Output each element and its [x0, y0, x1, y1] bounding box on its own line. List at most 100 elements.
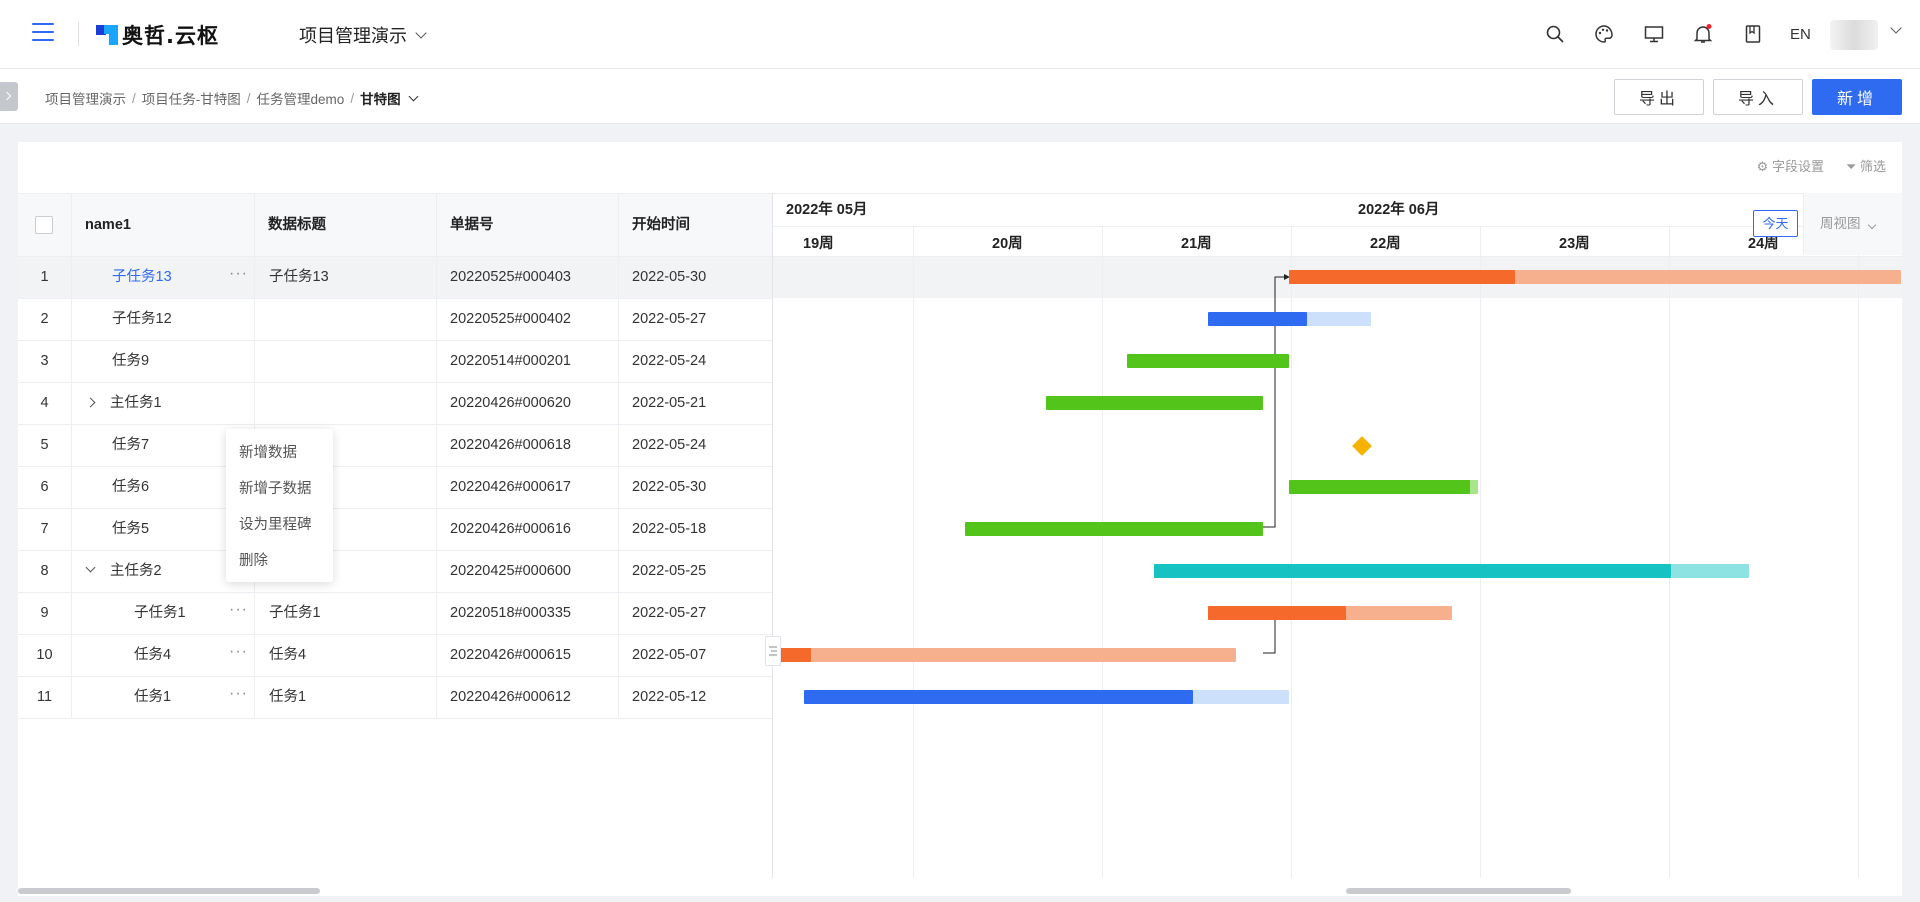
field-settings-link[interactable]: ⚙ 字段设置: [1757, 156, 1824, 175]
menu-item-delete[interactable]: 删除: [226, 543, 333, 579]
breadcrumb-current[interactable]: 甘特图: [360, 88, 401, 108]
table-row[interactable]: 3 任务9 20220514#000201 2022-05-24: [18, 341, 772, 383]
table-row[interactable]: 2 子任务12 20220525#000402 2022-05-27: [18, 299, 772, 341]
table-row[interactable]: 7任务5···任务520220426#0006162022-05-18: [18, 509, 772, 551]
row-index: 6: [18, 467, 72, 508]
bell-icon[interactable]: [1693, 24, 1713, 44]
monitor-icon[interactable]: [1644, 24, 1664, 44]
gantt-bar[interactable]: [1208, 606, 1452, 620]
table-row[interactable]: 8主任务2···主任务220220425#0006002022-05-25: [18, 551, 772, 593]
table-row[interactable]: 9 子任务1 ··· 子任务1 20220518#000335 2022-05-27: [18, 593, 772, 635]
more-icon[interactable]: ···: [229, 673, 248, 714]
menu-item-add-data[interactable]: 新增数据: [226, 435, 333, 471]
table-row[interactable]: 4 主任务1 20220426#000620 2022-05-21: [18, 383, 772, 425]
name-cell: 主任务1: [72, 383, 255, 424]
chevron-down-icon: [1867, 220, 1876, 230]
header-divider: [78, 22, 79, 46]
table-header: name1 数据标题 单据号 开始时间: [18, 193, 772, 257]
table-row[interactable]: 1 子任务13 ··· 子任务13 20220525#000403 2022-05-30: [18, 257, 772, 299]
chevron-down-icon[interactable]: [408, 91, 419, 101]
view-mode-select[interactable]: 周视图: [1803, 193, 1902, 255]
gantt-bar[interactable]: [1127, 354, 1289, 368]
avatar[interactable]: [1830, 20, 1878, 50]
import-button[interactable]: 导入: [1713, 79, 1803, 115]
bookmark-icon[interactable]: [1743, 24, 1763, 44]
table-horizontal-scrollbar[interactable]: [18, 888, 320, 894]
gantt-bar[interactable]: [1154, 564, 1749, 578]
row-index: 9: [18, 593, 72, 634]
menu-icon[interactable]: [32, 23, 54, 43]
table-row[interactable]: 11 任务1 ··· 任务1 20220426#000612 2022-05-12: [18, 677, 772, 719]
table-row[interactable]: 5任务7···任务720220426#0006182022-05-24: [18, 425, 772, 467]
more-icon[interactable]: ···: [229, 631, 248, 672]
row-index: 4: [18, 383, 72, 424]
column-header[interactable]: 数据标题: [255, 194, 437, 256]
start-date-cell: 2022-05-12: [632, 689, 707, 705]
breadcrumb-item[interactable]: 项目任务-甘特图: [142, 88, 241, 108]
search-icon[interactable]: [1545, 24, 1565, 44]
menu-item-set-milestone[interactable]: 设为里程碑: [226, 507, 333, 543]
breadcrumb-item[interactable]: 任务管理demo: [257, 88, 345, 108]
row-index: 2: [18, 299, 72, 340]
gantt-bar[interactable]: [965, 522, 1263, 536]
name-cell: 任务1 ···: [72, 677, 255, 718]
column-header[interactable]: 开始时间: [619, 194, 772, 256]
panel-tools: ⚙ 字段设置 ⏷ 筛选: [1757, 156, 1886, 175]
table-row[interactable]: 6任务6···任务620220426#0006172022-05-30: [18, 467, 772, 509]
row-index: 8: [18, 551, 72, 592]
sidebar-toggle[interactable]: [0, 82, 18, 111]
number-cell: 20220425#000600: [437, 551, 619, 592]
column-header[interactable]: 单据号: [437, 194, 619, 256]
start-date-cell: 2022-05-27: [632, 605, 707, 621]
number-cell: 20220426#000618: [437, 425, 619, 466]
language-switch[interactable]: EN: [1790, 26, 1811, 43]
logo-mark-icon: [96, 23, 120, 47]
gantt-panel: ⚙ 字段设置 ⏷ 筛选 name1 数据标题 单据号 开始时间 1 子任务13 ··…: [18, 142, 1902, 896]
name-cell: 任务4 ···: [72, 635, 255, 676]
project-select[interactable]: 项目管理演示: [299, 22, 427, 48]
select-all-checkbox[interactable]: [35, 216, 53, 234]
start-date-cell: 2022-05-30: [632, 479, 707, 495]
filter-link[interactable]: ⏷ 筛选: [1846, 156, 1886, 175]
palette-icon[interactable]: [1594, 24, 1614, 44]
row-context-menu: 新增数据 新增子数据 设为里程碑 删除: [226, 429, 333, 582]
gear-icon: ⚙: [1756, 159, 1772, 174]
task-name: 任务6: [112, 479, 150, 495]
title-cell: 任务1: [255, 677, 437, 718]
gantt-bar[interactable]: [1208, 312, 1371, 326]
task-name: 主任务1: [110, 395, 162, 411]
split-collapse-handle[interactable]: [765, 636, 781, 666]
title-cell: [255, 341, 437, 382]
more-icon[interactable]: ···: [229, 253, 248, 294]
breadcrumb-item[interactable]: 项目管理演示: [45, 88, 126, 108]
menu-item-add-child[interactable]: 新增子数据: [226, 471, 333, 507]
add-button[interactable]: 新增: [1812, 79, 1902, 115]
start-date-cell: 2022-05-24: [632, 353, 707, 369]
logo[interactable]: 奥哲.云枢: [96, 20, 219, 50]
chevron-down-icon[interactable]: [85, 562, 96, 573]
task-name[interactable]: 子任务13: [112, 257, 172, 298]
task-name: 任务7: [112, 437, 150, 453]
gantt-bar[interactable]: [1289, 270, 1901, 284]
gantt-horizontal-scrollbar[interactable]: [1346, 888, 1571, 894]
row-index: 1: [18, 257, 72, 298]
title-cell: [255, 299, 437, 340]
export-button[interactable]: 导出: [1614, 79, 1704, 115]
gantt-bar[interactable]: [773, 648, 1236, 662]
task-name: 任务5: [112, 521, 150, 537]
task-name: 任务4: [134, 647, 172, 663]
column-header[interactable]: name1: [72, 194, 255, 256]
chevron-down-icon[interactable]: [1890, 22, 1902, 34]
gantt-bar[interactable]: [1046, 396, 1263, 410]
row-index: 5: [18, 425, 72, 466]
gantt-bar[interactable]: [1289, 480, 1478, 494]
number-cell: 20220426#000620: [437, 383, 619, 424]
gantt-bar[interactable]: [804, 690, 1289, 704]
today-button[interactable]: 今天: [1753, 210, 1798, 237]
chevron-right-icon[interactable]: [85, 397, 96, 408]
number-cell: 20220426#000612: [437, 677, 619, 718]
table-row[interactable]: 10 任务4 ··· 任务4 20220426#000615 2022-05-07: [18, 635, 772, 677]
task-name: 子任务1: [134, 605, 186, 621]
more-icon[interactable]: ···: [229, 589, 248, 630]
start-date-cell: 2022-05-21: [632, 395, 707, 411]
